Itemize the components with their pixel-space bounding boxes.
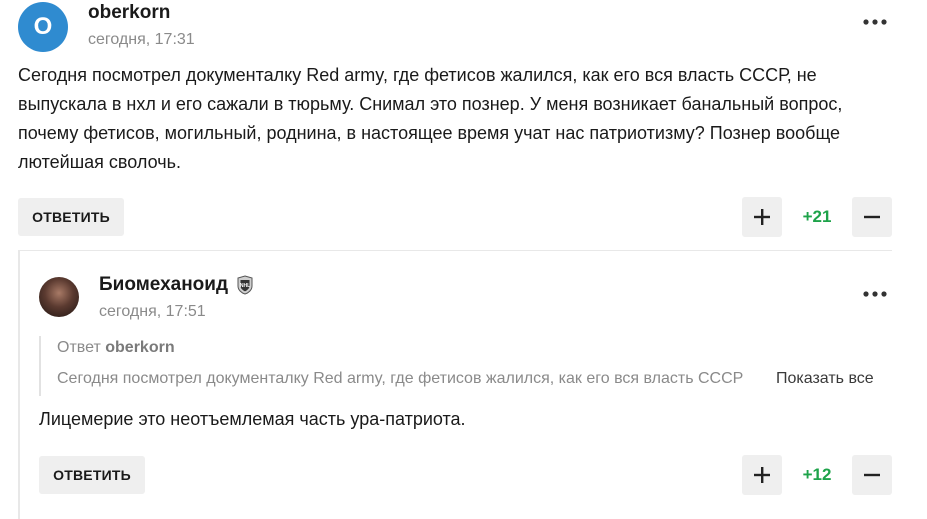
- comment-author[interactable]: oberkorn: [88, 2, 170, 24]
- quote-prefix: Ответ: [57, 339, 101, 356]
- quoted-comment: Ответ oberkorn Сегодня посмотрел докумен…: [39, 336, 899, 396]
- comment-text-line: почему фетисов, могильный, роднина, в на…: [18, 123, 841, 143]
- comment-time: сегодня, 17:51: [99, 303, 206, 320]
- comment-author-name: Биомеханоид: [99, 274, 229, 295]
- downvote-button[interactable]: [852, 455, 892, 495]
- avatar[interactable]: O: [18, 2, 68, 52]
- plus-icon: [754, 209, 770, 225]
- thread-divider: [18, 250, 892, 251]
- comment-text-line: лютейшая сволочь.: [18, 152, 181, 172]
- svg-text:NHL: NHL: [240, 283, 250, 289]
- comment-time: сегодня, 17:31: [88, 31, 195, 48]
- minus-icon: [864, 473, 880, 477]
- comment-text-line: Сегодня посмотрел документалку Red army,…: [18, 65, 817, 85]
- vote-score: +12: [802, 465, 832, 484]
- quote-author[interactable]: oberkorn: [105, 339, 174, 356]
- upvote-button[interactable]: [742, 197, 782, 237]
- vote-score: +21: [802, 207, 832, 226]
- downvote-button[interactable]: [852, 197, 892, 237]
- more-dots-icon[interactable]: [862, 284, 888, 304]
- comment-text-line: выпускала в нхл и его сажали в тюрьму. С…: [18, 94, 843, 114]
- quote-header: Ответ oberkorn: [57, 339, 175, 357]
- thread-line: [18, 250, 20, 519]
- reply-button[interactable]: ОТВЕТИТЬ: [39, 456, 145, 494]
- upvote-button[interactable]: [742, 455, 782, 495]
- reply-button[interactable]: ОТВЕТИТЬ: [18, 198, 124, 236]
- comment-text: Сегодня посмотрел документалку Red army,…: [18, 61, 918, 177]
- plus-icon: [754, 467, 770, 483]
- avatar[interactable]: [39, 277, 79, 317]
- comment-author[interactable]: Биомеханоид NHL: [99, 274, 254, 296]
- comment-text: Лицемерие это неотъемлемая часть ура-пат…: [39, 409, 466, 429]
- minus-icon: [864, 215, 880, 219]
- show-all-link[interactable]: Показать все: [776, 370, 874, 388]
- more-dots-icon[interactable]: [862, 12, 888, 32]
- quote-text: Сегодня посмотрел документалку Red army,…: [57, 370, 744, 387]
- nhl-badge-icon: NHL: [236, 275, 254, 295]
